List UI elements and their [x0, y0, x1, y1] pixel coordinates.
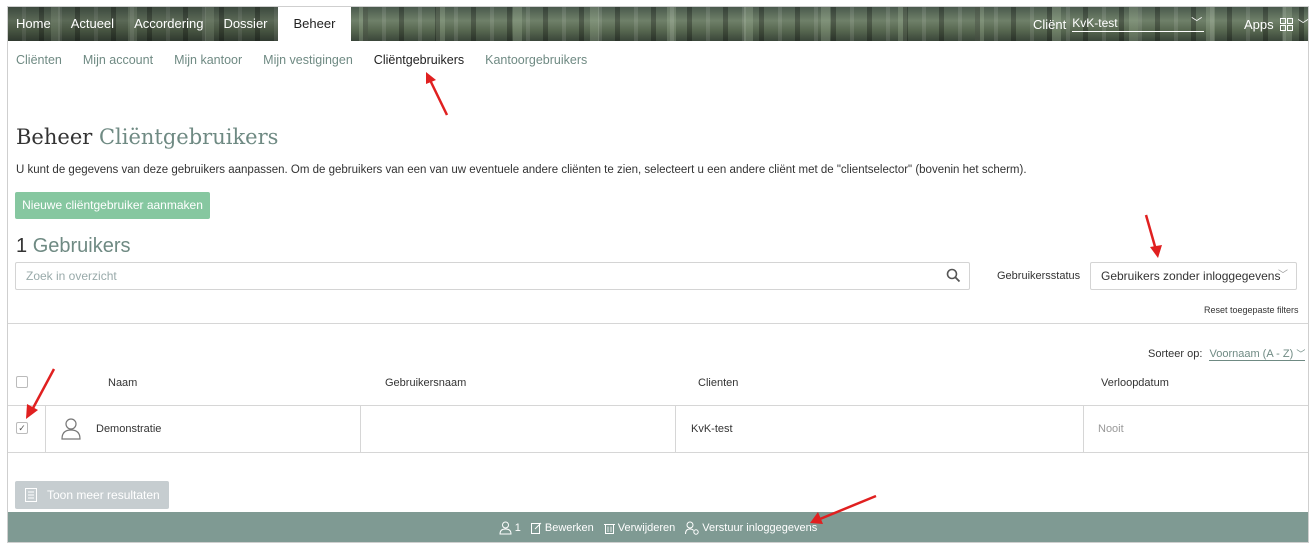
- status-filter-value: Gebruikers zonder inloggegevens: [1101, 269, 1281, 283]
- show-more-label: Toon meer resultaten: [47, 488, 160, 502]
- nav-actueel[interactable]: Actueel: [60, 7, 125, 41]
- subnav-mijn-kantoor[interactable]: Mijn kantoor: [174, 53, 242, 67]
- status-filter-select[interactable]: Gebruikers zonder inloggegevens ﹀: [1090, 262, 1297, 290]
- nav-accordering[interactable]: Accordering: [124, 7, 214, 41]
- subnav-clientgebruikers[interactable]: Cliëntgebruikers: [374, 53, 464, 67]
- apps-label: Apps: [1244, 16, 1274, 32]
- annotation-arrow: [426, 72, 449, 116]
- chevron-down-icon: ﹀: [1296, 349, 1306, 359]
- annotation-arrow: [26, 368, 56, 419]
- row-checkbox[interactable]: ✓: [16, 422, 28, 434]
- grid-icon: [1279, 17, 1293, 31]
- user-icon: [499, 521, 512, 535]
- client-value-text: KvK-test: [1072, 16, 1118, 30]
- status-filter-label: Gebruikersstatus: [997, 270, 1081, 282]
- page-title-prefix: Beheer: [16, 125, 93, 149]
- page-description: U kunt de gegevens van deze gebruikers a…: [16, 164, 1027, 176]
- page-title-accent: Cliëntgebruikers: [98, 125, 279, 149]
- send-credentials-label: Verstuur inloggegevens: [702, 522, 818, 534]
- user-icon: [61, 418, 81, 440]
- trash-icon: [603, 524, 615, 534]
- user-count-label: Gebruikers: [32, 235, 131, 257]
- check-icon: ✓: [18, 423, 26, 433]
- chevron-down-icon: ﹀: [1191, 17, 1203, 29]
- chevron-down-icon: ﹀: [1297, 19, 1309, 31]
- user-count: 1 Gebruikers: [16, 235, 131, 258]
- delete-label: Verwijderen: [617, 522, 676, 534]
- main-nav: Home Actueel Accordering Dossier Beheer: [8, 7, 352, 41]
- nav-beheer[interactable]: Beheer: [277, 7, 352, 41]
- cell-clienten: KvK-test: [691, 423, 733, 435]
- user-count-number: 1: [16, 235, 28, 257]
- table-row[interactable]: ✓ Demonstratie KvK-test Nooit: [8, 406, 1308, 452]
- page-title: Beheer Cliëntgebruikers: [16, 125, 278, 149]
- column-clienten[interactable]: Clienten: [698, 377, 738, 389]
- new-client-user-button[interactable]: Nieuwe cliëntgebruiker aanmaken: [15, 192, 210, 219]
- table-header: Naam Gebruikersnaam Clienten Verloopdatu…: [8, 372, 1308, 406]
- cell-divider: [675, 406, 676, 452]
- reset-filters-link[interactable]: Reset toegepaste filters: [1204, 305, 1299, 315]
- apps-menu[interactable]: Apps ﹀: [1244, 7, 1309, 41]
- cell-naam: Demonstratie: [96, 423, 162, 435]
- sort-value: Voornaam (A - Z): [1209, 348, 1294, 360]
- subnav-mijn-account[interactable]: Mijn account: [83, 53, 153, 67]
- search-input[interactable]: [16, 263, 916, 289]
- client-selector[interactable]: Cliënt KvK-test ﹀: [1033, 7, 1205, 41]
- subnav-mijn-vestigingen[interactable]: Mijn vestigingen: [263, 53, 353, 67]
- edit-button[interactable]: Bewerken: [530, 522, 594, 534]
- column-gebruikersnaam[interactable]: Gebruikersnaam: [385, 377, 466, 389]
- sort-control: Sorteer op: Voornaam (A - Z) ﹀: [1148, 347, 1306, 361]
- list-icon: [25, 488, 37, 502]
- nav-dossier[interactable]: Dossier: [213, 7, 278, 41]
- row-divider: [8, 452, 1308, 453]
- annotation-arrow: [1144, 214, 1162, 258]
- cell-verloopdatum: Nooit: [1098, 423, 1124, 435]
- show-more-button[interactable]: Toon meer resultaten: [15, 481, 169, 509]
- sub-nav: Cliënten Mijn account Mijn kantoor Mijn …: [16, 53, 608, 67]
- sort-label: Sorteer op:: [1148, 348, 1203, 360]
- subnav-kantoorgebruikers[interactable]: Kantoorgebruikers: [485, 53, 587, 67]
- annotation-arrow: [810, 494, 877, 524]
- nav-home[interactable]: Home: [8, 7, 61, 41]
- chevron-down-icon: ﹀: [1278, 270, 1288, 281]
- column-naam[interactable]: Naam: [108, 377, 137, 389]
- send-credentials-button[interactable]: Verstuur inloggegevens: [685, 521, 817, 535]
- edit-icon: [530, 522, 542, 534]
- client-value[interactable]: KvK-test ﹀: [1072, 16, 1205, 32]
- selected-count-number: 1: [514, 522, 521, 534]
- delete-button[interactable]: Verwijderen: [603, 522, 676, 534]
- selected-count: 1: [499, 521, 521, 535]
- client-label: Cliënt: [1033, 16, 1067, 32]
- send-credentials-icon: [685, 521, 699, 535]
- top-bar: Home Actueel Accordering Dossier Beheer …: [8, 7, 1308, 41]
- search-icon[interactable]: [946, 268, 961, 283]
- search-box: [15, 262, 970, 290]
- subnav-clienten[interactable]: Cliënten: [16, 53, 62, 67]
- divider: [8, 323, 1308, 324]
- action-bar: 1 Bewerken Verwijderen Verstuur inloggeg…: [8, 512, 1308, 542]
- column-verloopdatum[interactable]: Verloopdatum: [1101, 377, 1169, 389]
- sort-select[interactable]: Voornaam (A - Z) ﹀: [1209, 348, 1306, 361]
- app-window: Home Actueel Accordering Dossier Beheer …: [7, 6, 1309, 543]
- cell-divider: [360, 406, 361, 452]
- edit-label: Bewerken: [544, 522, 594, 534]
- cell-divider: [1083, 406, 1084, 452]
